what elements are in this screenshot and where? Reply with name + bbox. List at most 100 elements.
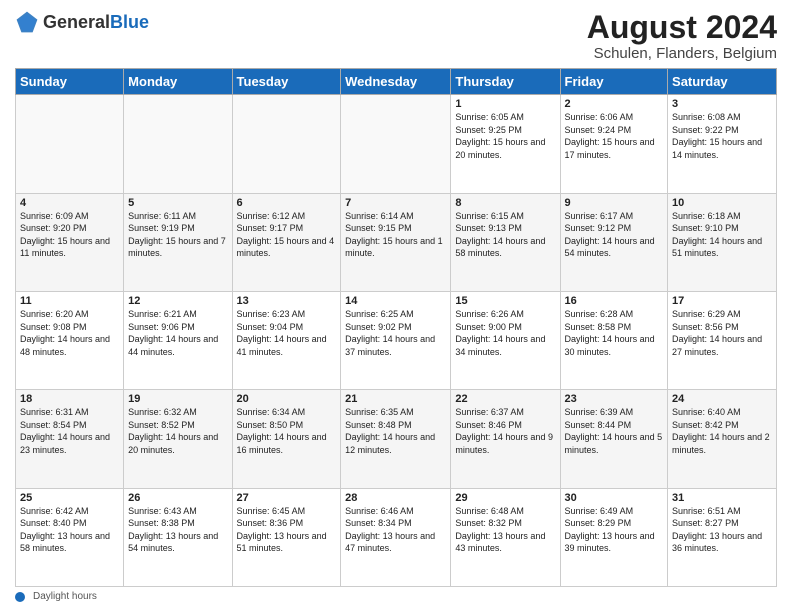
day-number: 24 — [672, 393, 772, 405]
calendar-cell: 5Sunrise: 6:11 AM Sunset: 9:19 PM Daylig… — [124, 193, 232, 291]
calendar-cell: 28Sunrise: 6:46 AM Sunset: 8:34 PM Dayli… — [341, 488, 451, 586]
calendar-cell: 27Sunrise: 6:45 AM Sunset: 8:36 PM Dayli… — [232, 488, 341, 586]
day-info: Sunrise: 6:34 AM Sunset: 8:50 PM Dayligh… — [237, 406, 337, 456]
day-info: Sunrise: 6:43 AM Sunset: 8:38 PM Dayligh… — [128, 505, 227, 555]
header: GeneralBlue August 2024 Schulen, Flander… — [15, 10, 777, 62]
column-header-thursday: Thursday — [451, 69, 560, 95]
day-info: Sunrise: 6:08 AM Sunset: 9:22 PM Dayligh… — [672, 111, 772, 161]
day-info: Sunrise: 6:51 AM Sunset: 8:27 PM Dayligh… — [672, 505, 772, 555]
calendar-cell: 17Sunrise: 6:29 AM Sunset: 8:56 PM Dayli… — [668, 291, 777, 389]
day-info: Sunrise: 6:17 AM Sunset: 9:12 PM Dayligh… — [565, 210, 664, 260]
calendar-subtitle: Schulen, Flanders, Belgium — [587, 45, 777, 62]
calendar-cell: 1Sunrise: 6:05 AM Sunset: 9:25 PM Daylig… — [451, 95, 560, 193]
day-info: Sunrise: 6:21 AM Sunset: 9:06 PM Dayligh… — [128, 308, 227, 358]
calendar-cell: 12Sunrise: 6:21 AM Sunset: 9:06 PM Dayli… — [124, 291, 232, 389]
calendar-cell: 25Sunrise: 6:42 AM Sunset: 8:40 PM Dayli… — [16, 488, 124, 586]
calendar-cell: 26Sunrise: 6:43 AM Sunset: 8:38 PM Dayli… — [124, 488, 232, 586]
column-header-tuesday: Tuesday — [232, 69, 341, 95]
day-number: 6 — [237, 197, 337, 209]
day-info: Sunrise: 6:45 AM Sunset: 8:36 PM Dayligh… — [237, 505, 337, 555]
day-number: 1 — [455, 98, 555, 110]
day-info: Sunrise: 6:42 AM Sunset: 8:40 PM Dayligh… — [20, 505, 119, 555]
calendar-cell: 30Sunrise: 6:49 AM Sunset: 8:29 PM Dayli… — [560, 488, 668, 586]
day-info: Sunrise: 6:15 AM Sunset: 9:13 PM Dayligh… — [455, 210, 555, 260]
day-info: Sunrise: 6:11 AM Sunset: 9:19 PM Dayligh… — [128, 210, 227, 260]
day-number: 30 — [565, 492, 664, 504]
calendar-cell: 22Sunrise: 6:37 AM Sunset: 8:46 PM Dayli… — [451, 390, 560, 488]
day-number: 22 — [455, 393, 555, 405]
calendar-cell — [232, 95, 341, 193]
footer: Daylight hours — [15, 591, 777, 602]
calendar-week-row: 4Sunrise: 6:09 AM Sunset: 9:20 PM Daylig… — [16, 193, 777, 291]
calendar-cell: 10Sunrise: 6:18 AM Sunset: 9:10 PM Dayli… — [668, 193, 777, 291]
day-info: Sunrise: 6:23 AM Sunset: 9:04 PM Dayligh… — [237, 308, 337, 358]
column-header-sunday: Sunday — [16, 69, 124, 95]
day-number: 4 — [20, 197, 119, 209]
day-number: 9 — [565, 197, 664, 209]
calendar-week-row: 18Sunrise: 6:31 AM Sunset: 8:54 PM Dayli… — [16, 390, 777, 488]
day-info: Sunrise: 6:09 AM Sunset: 9:20 PM Dayligh… — [20, 210, 119, 260]
calendar-cell: 19Sunrise: 6:32 AM Sunset: 8:52 PM Dayli… — [124, 390, 232, 488]
calendar-cell: 2Sunrise: 6:06 AM Sunset: 9:24 PM Daylig… — [560, 95, 668, 193]
day-number: 14 — [345, 295, 446, 307]
day-number: 21 — [345, 393, 446, 405]
calendar-cell: 29Sunrise: 6:48 AM Sunset: 8:32 PM Dayli… — [451, 488, 560, 586]
day-info: Sunrise: 6:05 AM Sunset: 9:25 PM Dayligh… — [455, 111, 555, 161]
logo: GeneralBlue — [15, 10, 149, 34]
day-info: Sunrise: 6:32 AM Sunset: 8:52 PM Dayligh… — [128, 406, 227, 456]
day-info: Sunrise: 6:25 AM Sunset: 9:02 PM Dayligh… — [345, 308, 446, 358]
day-info: Sunrise: 6:39 AM Sunset: 8:44 PM Dayligh… — [565, 406, 664, 456]
day-info: Sunrise: 6:48 AM Sunset: 8:32 PM Dayligh… — [455, 505, 555, 555]
day-info: Sunrise: 6:18 AM Sunset: 9:10 PM Dayligh… — [672, 210, 772, 260]
day-number: 3 — [672, 98, 772, 110]
day-number: 10 — [672, 197, 772, 209]
day-number: 28 — [345, 492, 446, 504]
calendar-cell: 23Sunrise: 6:39 AM Sunset: 8:44 PM Dayli… — [560, 390, 668, 488]
calendar-cell: 3Sunrise: 6:08 AM Sunset: 9:22 PM Daylig… — [668, 95, 777, 193]
calendar-cell: 13Sunrise: 6:23 AM Sunset: 9:04 PM Dayli… — [232, 291, 341, 389]
logo-icon — [15, 10, 39, 34]
title-block: August 2024 Schulen, Flanders, Belgium — [587, 10, 777, 62]
calendar-cell: 9Sunrise: 6:17 AM Sunset: 9:12 PM Daylig… — [560, 193, 668, 291]
day-info: Sunrise: 6:35 AM Sunset: 8:48 PM Dayligh… — [345, 406, 446, 456]
day-number: 29 — [455, 492, 555, 504]
day-info: Sunrise: 6:29 AM Sunset: 8:56 PM Dayligh… — [672, 308, 772, 358]
logo-text: GeneralBlue — [43, 13, 149, 31]
calendar-cell: 15Sunrise: 6:26 AM Sunset: 9:00 PM Dayli… — [451, 291, 560, 389]
day-info: Sunrise: 6:14 AM Sunset: 9:15 PM Dayligh… — [345, 210, 446, 260]
day-number: 12 — [128, 295, 227, 307]
column-header-friday: Friday — [560, 69, 668, 95]
day-number: 2 — [565, 98, 664, 110]
column-header-monday: Monday — [124, 69, 232, 95]
day-number: 16 — [565, 295, 664, 307]
day-info: Sunrise: 6:49 AM Sunset: 8:29 PM Dayligh… — [565, 505, 664, 555]
column-header-wednesday: Wednesday — [341, 69, 451, 95]
calendar-cell: 31Sunrise: 6:51 AM Sunset: 8:27 PM Dayli… — [668, 488, 777, 586]
column-header-saturday: Saturday — [668, 69, 777, 95]
day-info: Sunrise: 6:26 AM Sunset: 9:00 PM Dayligh… — [455, 308, 555, 358]
day-info: Sunrise: 6:20 AM Sunset: 9:08 PM Dayligh… — [20, 308, 119, 358]
page: GeneralBlue August 2024 Schulen, Flander… — [0, 0, 792, 612]
day-number: 17 — [672, 295, 772, 307]
day-number: 13 — [237, 295, 337, 307]
calendar-cell: 7Sunrise: 6:14 AM Sunset: 9:15 PM Daylig… — [341, 193, 451, 291]
calendar-cell: 6Sunrise: 6:12 AM Sunset: 9:17 PM Daylig… — [232, 193, 341, 291]
calendar-week-row: 1Sunrise: 6:05 AM Sunset: 9:25 PM Daylig… — [16, 95, 777, 193]
footer-label: Daylight hours — [33, 591, 97, 602]
calendar-cell: 11Sunrise: 6:20 AM Sunset: 9:08 PM Dayli… — [16, 291, 124, 389]
day-info: Sunrise: 6:28 AM Sunset: 8:58 PM Dayligh… — [565, 308, 664, 358]
calendar-cell: 4Sunrise: 6:09 AM Sunset: 9:20 PM Daylig… — [16, 193, 124, 291]
day-number: 19 — [128, 393, 227, 405]
day-info: Sunrise: 6:31 AM Sunset: 8:54 PM Dayligh… — [20, 406, 119, 456]
calendar-cell: 16Sunrise: 6:28 AM Sunset: 8:58 PM Dayli… — [560, 291, 668, 389]
calendar-cell — [124, 95, 232, 193]
daylight-dot — [15, 592, 25, 602]
day-number: 5 — [128, 197, 227, 209]
calendar-title: August 2024 — [587, 10, 777, 45]
day-number: 27 — [237, 492, 337, 504]
calendar-table: SundayMondayTuesdayWednesdayThursdayFrid… — [15, 68, 777, 587]
calendar-cell — [16, 95, 124, 193]
calendar-cell: 8Sunrise: 6:15 AM Sunset: 9:13 PM Daylig… — [451, 193, 560, 291]
day-number: 11 — [20, 295, 119, 307]
day-number: 18 — [20, 393, 119, 405]
